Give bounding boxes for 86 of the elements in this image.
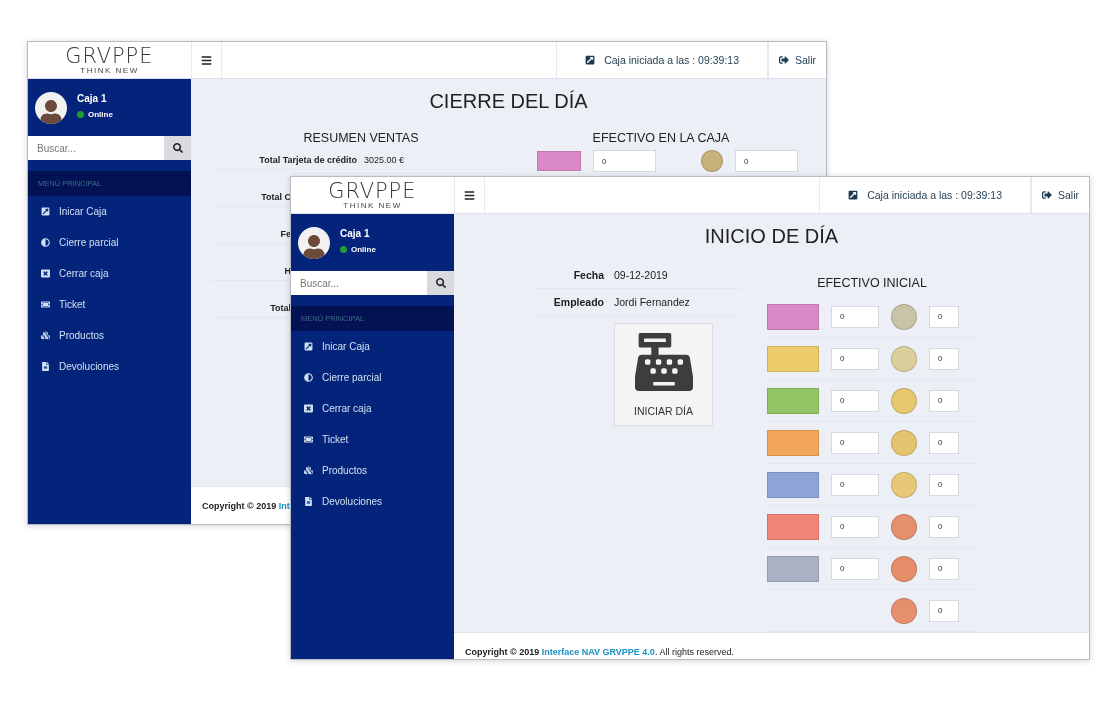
menu-item[interactable]: Cierre parcial <box>28 227 191 258</box>
page-title: INICIO DE DÍA <box>703 224 840 248</box>
menu-item-icon <box>41 207 50 216</box>
menu-icon <box>201 54 212 66</box>
count-field[interactable]: 0 <box>929 473 959 496</box>
section-heading: EFECTIVO INICIAL <box>816 276 928 290</box>
menu-item[interactable]: Ticket <box>291 424 454 455</box>
search-field[interactable]: Buscar... <box>291 271 427 295</box>
menu-item[interactable]: Devoluciones <box>291 486 454 517</box>
status-text: Online <box>351 244 376 254</box>
session-time: Caja iniciada a las : 09:39:13 <box>867 189 1002 201</box>
menu-item[interactable]: Productos <box>291 455 454 486</box>
menu-item-icon <box>41 300 50 309</box>
count-field[interactable]: 0 <box>831 515 879 538</box>
avatar-icon <box>35 91 67 124</box>
search-icon <box>172 143 183 153</box>
menu-item[interactable]: Inicar Caja <box>291 331 454 362</box>
footer-link[interactable]: Int <box>278 500 290 511</box>
info-label: Fecha <box>572 269 604 281</box>
menu-item-icon <box>41 238 50 247</box>
info-label: Empleado <box>552 296 604 308</box>
count-field[interactable]: 0 <box>831 389 879 412</box>
summary-value: 3025.00 € <box>364 155 406 165</box>
count-field[interactable]: 0 <box>929 515 959 538</box>
search-icon <box>435 278 446 288</box>
copyright-text: Copyright © 2019 Int <box>202 500 290 511</box>
session-time: Caja iniciada a las : 09:39:13 <box>604 54 739 66</box>
box-arrow-icon <box>848 190 859 200</box>
menu-item[interactable]: Ticket <box>28 289 191 320</box>
search-field[interactable]: Buscar... <box>28 136 164 160</box>
count-field[interactable]: 0 <box>831 347 879 370</box>
menu-item-icon <box>304 435 313 444</box>
summary-label: Total <box>269 303 291 313</box>
box-arrow-icon <box>585 55 596 65</box>
search-button[interactable] <box>164 136 191 160</box>
count-field[interactable]: 0 <box>929 599 959 622</box>
menu-item-icon <box>304 373 313 382</box>
sign-out-icon <box>1042 190 1052 200</box>
menu-item[interactable]: Cerrar caja <box>291 393 454 424</box>
copyright-text: Copyright © 2019 Interface NAV GRVPPE 4.0. All rights reserved. <box>465 646 734 657</box>
menu-item[interactable]: Devoluciones <box>28 351 191 382</box>
status-text: Online <box>88 109 113 119</box>
summary-label: Total Tarjeta de crédito <box>258 155 357 165</box>
sign-out-icon <box>779 55 789 65</box>
count-field[interactable]: 0 <box>929 389 959 412</box>
start-day-button[interactable]: INICIAR DÍA <box>614 323 713 426</box>
info-value: 09-12-2019 <box>614 269 669 281</box>
section-heading: EFECTIVO EN LA CAJA <box>591 131 731 145</box>
count-field[interactable]: 0 <box>831 557 879 580</box>
menu-item-icon <box>304 342 313 351</box>
menu-item[interactable]: Productos <box>28 320 191 351</box>
status-dot <box>340 245 347 253</box>
menu-item-icon <box>41 362 50 371</box>
menu-button[interactable] <box>191 42 222 78</box>
summary-label: H <box>283 266 291 276</box>
count-field[interactable]: 0 <box>593 150 656 172</box>
menu-item-icon <box>41 269 50 278</box>
status-dot <box>77 110 84 118</box>
count-field[interactable]: 0 <box>831 305 879 328</box>
count-field[interactable]: 0 <box>831 431 879 454</box>
count-field[interactable]: 0 <box>831 473 879 496</box>
summary-label: Fe <box>279 229 291 239</box>
count-field[interactable]: 0 <box>735 150 798 172</box>
menu-item-icon <box>41 331 50 340</box>
menu-item-icon <box>304 497 313 506</box>
section-heading: RESUMEN VENTAS <box>302 131 420 145</box>
count-field[interactable]: 0 <box>929 305 959 328</box>
user-name: Caja 1 <box>340 227 371 239</box>
count-field[interactable]: 0 <box>929 431 959 454</box>
page-title: CIERRE DEL DÍA <box>428 89 589 113</box>
menu-item[interactable]: Cerrar caja <box>28 258 191 289</box>
footer-link[interactable]: Interface NAV GRVPPE 4.0 <box>541 646 655 657</box>
cash-register-icon <box>634 333 693 391</box>
avatar-icon <box>298 226 330 259</box>
menu-item[interactable]: Cierre parcial <box>291 362 454 393</box>
menu-item-icon <box>304 404 313 413</box>
count-field[interactable]: 0 <box>929 347 959 370</box>
info-value: Jordi Fernandez <box>614 296 691 308</box>
menu-icon <box>464 189 475 201</box>
count-field[interactable]: 0 <box>929 557 959 580</box>
menu-button[interactable] <box>454 177 485 213</box>
menu-item-icon <box>304 466 313 475</box>
user-name: Caja 1 <box>77 92 108 104</box>
search-button[interactable] <box>427 271 454 295</box>
summary-label: Total C <box>260 192 291 202</box>
menu-item[interactable]: Inicar Caja <box>28 196 191 227</box>
